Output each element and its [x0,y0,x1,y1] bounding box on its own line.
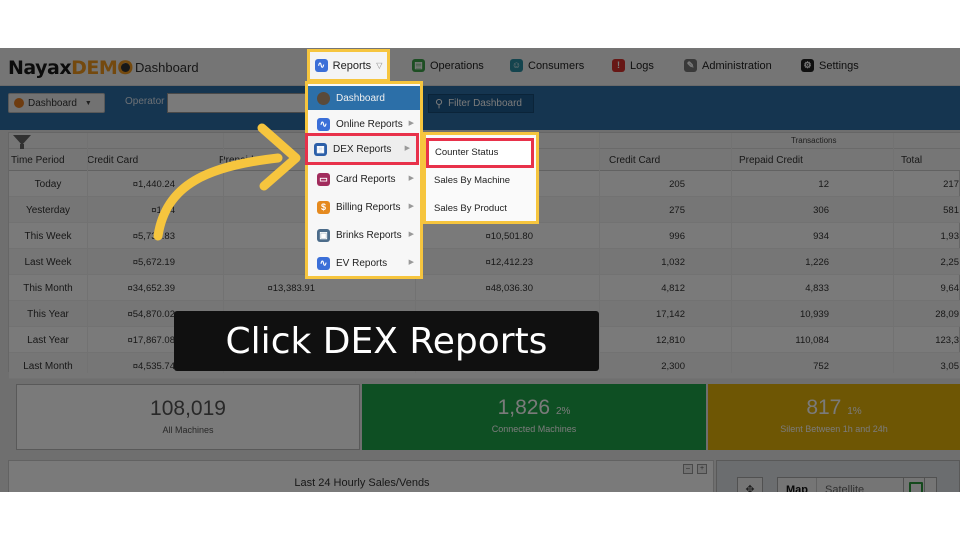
pointer-arrow-annotation [153,123,301,241]
instruction-caption: Click DEX Reports [174,311,599,371]
tutorial-stage: NayaxDEMO Dashboard ▤ Operations ☺ Consu… [0,0,960,540]
arrow-shaft [153,153,283,241]
